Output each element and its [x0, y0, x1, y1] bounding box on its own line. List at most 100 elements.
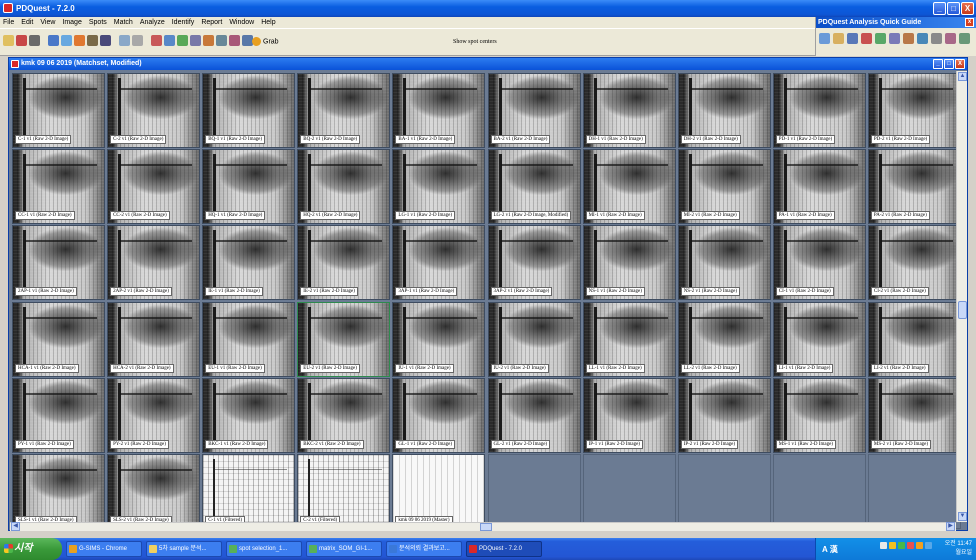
scroll-down-arrow-icon[interactable]: ▼: [958, 512, 967, 521]
guide-detect-icon[interactable]: [875, 33, 886, 44]
update-icon[interactable]: [898, 542, 905, 549]
taskbar-button[interactable]: PDQuest - 7.2.0: [466, 541, 542, 557]
gel-image-tile[interactable]: BQ-1 v1 (Raw 2-D Image): [202, 73, 296, 148]
horizontal-scroll-thumb[interactable]: [480, 523, 492, 531]
gel-image-tile[interactable]: HQ-1 v1 (Raw 2-D Image): [202, 149, 296, 225]
gel-image-tile[interactable]: LI-1 v1 (Raw 2-D Image): [772, 301, 866, 377]
gel-image-tile[interactable]: MI-1 v1 (Raw 2-D Image): [582, 149, 676, 225]
gel-image-tile[interactable]: CI-2 v1 (Raw 2-D Image): [867, 225, 961, 301]
bluetooth-icon[interactable]: [925, 542, 932, 549]
gel-image-tile[interactable]: PD-2 v1 (Raw 2-D Image): [867, 73, 961, 148]
gel-image-tile[interactable]: PY-2 v1 (Raw 2-D Image): [107, 377, 201, 453]
crop-tool-icon[interactable]: [216, 35, 227, 46]
taskbar-clock[interactable]: 오전 11:47 월요일: [945, 540, 972, 558]
chart-icon[interactable]: [87, 35, 98, 46]
gel-image-tile[interactable]: PY-1 v1 (Raw 2-D Image): [12, 377, 105, 453]
matchset-title-bar[interactable]: kmk 09 06 2019 (Matchset, Modified) _ □ …: [9, 58, 967, 70]
menu-window[interactable]: Window: [229, 17, 254, 28]
guide-filter-icon[interactable]: [861, 33, 872, 44]
gel-image-tile[interactable]: PD-1 v1 (Raw 2-D Image): [772, 73, 866, 148]
print-icon[interactable]: [29, 35, 40, 46]
gel-image-tile[interactable]: C-2 v1 (Filtered): [297, 454, 391, 529]
gel-image-tile[interactable]: BA-1 v1 (Raw 2-D Image): [392, 73, 486, 148]
guide-normalize-icon[interactable]: [903, 33, 914, 44]
gel-image-tile[interactable]: LI-2 v1 (Raw 2-D Image): [867, 301, 961, 377]
guide-open-icon[interactable]: [833, 33, 844, 44]
taskbar-button[interactable]: 분석의뢰 결과보고...: [386, 541, 462, 557]
gel-image-tile[interactable]: IE-2 v1 (Raw 2-D Image): [297, 225, 391, 301]
gel-image-tile[interactable]: BA-2 v1 (Raw 2-D Image): [487, 73, 581, 148]
gel-image-tile[interactable]: SLS-2 v1 (Raw 2-D Image): [107, 454, 201, 529]
guide-graph-icon[interactable]: [959, 33, 970, 44]
match-tool-icon[interactable]: [164, 35, 175, 46]
gel-image-tile[interactable]: CC-2 v1 (Raw 2-D Image): [107, 149, 201, 225]
gel-image-tile[interactable]: IP-2 v1 (Raw 2-D Image): [677, 377, 771, 453]
alert-icon[interactable]: [907, 542, 914, 549]
taskbar-button[interactable]: 5차 sample 분석...: [146, 541, 222, 557]
gel-image-tile[interactable]: GL-2 v1 (Raw 2-D Image): [487, 377, 581, 453]
report-tool-icon[interactable]: [203, 35, 214, 46]
gel-image-tile[interactable]: MS-2 v1 (Raw 2-D Image): [867, 377, 961, 453]
gel-image-tile[interactable]: HQ-2 v1 (Raw 2-D Image): [297, 149, 391, 225]
gel-image-tile[interactable]: BKC-2 v1 (Raw 2-D Image): [297, 377, 391, 453]
start-button[interactable]: 시작: [0, 538, 62, 560]
menu-analyze[interactable]: Analyze: [140, 17, 165, 28]
guide-report-icon[interactable]: [931, 33, 942, 44]
gel-image-tile[interactable]: LL-2 v1 (Raw 2-D Image): [677, 301, 771, 377]
menu-match[interactable]: Match: [114, 17, 133, 28]
ime-indicator[interactable]: A 漢: [822, 544, 838, 555]
taskbar-button[interactable]: matrix_SOM_GI-1...: [306, 541, 382, 557]
guide-export-icon[interactable]: [945, 33, 956, 44]
gel-image-tile[interactable]: kmk 09 06 2019 (Master): [392, 454, 486, 529]
vertical-scroll-thumb[interactable]: [958, 301, 967, 319]
taskbar-button[interactable]: G-SIMS - Chrome: [66, 541, 142, 557]
gel-image-tile[interactable]: C-1 v1 (Raw 2-D Image): [12, 73, 105, 148]
scroll-left-arrow-icon[interactable]: ◀: [11, 522, 20, 531]
menu-report[interactable]: Report: [201, 17, 222, 28]
menu-help[interactable]: Help: [261, 17, 275, 28]
gel-image-tile[interactable]: BKC-1 v1 (Raw 2-D Image): [202, 377, 296, 453]
gel-image-tile[interactable]: 2AP-2 v1 (Raw 2-D Image): [107, 225, 201, 301]
taskbar-button[interactable]: spot selection_1...: [226, 541, 302, 557]
close-button[interactable]: X: [961, 2, 974, 15]
gel-image-tile[interactable]: C-2 v1 (Raw 2-D Image): [107, 73, 201, 148]
menu-identify[interactable]: Identify: [172, 17, 195, 28]
app-title-bar[interactable]: PDQuest - 7.2.0 _ □ X: [0, 0, 976, 17]
gel-image-tile[interactable]: HCA-2 v1 (Raw 2-D Image): [107, 301, 201, 377]
minimize-button[interactable]: _: [933, 2, 946, 15]
gel-image-tile[interactable]: GL-1 v1 (Raw 2-D Image): [392, 377, 486, 453]
gel-image-tile[interactable]: LL-1 v1 (Raw 2-D Image): [582, 301, 676, 377]
page-icon[interactable]: [132, 35, 143, 46]
quick-guide-close-button[interactable]: x: [965, 18, 974, 27]
window-icon[interactable]: [48, 35, 59, 46]
network-icon[interactable]: [880, 542, 887, 549]
gel-image-tile[interactable]: 3AP-2 v1 (Raw 2-D Image): [487, 225, 581, 301]
gel-image-tile[interactable]: SLS-1 v1 (Raw 2-D Image): [12, 454, 105, 529]
gel-image-tile[interactable]: IE-1 v1 (Raw 2-D Image): [202, 225, 296, 301]
search-icon[interactable]: [61, 35, 72, 46]
gel-image-tile[interactable]: IU-1 v1 (Raw 2-D Image): [392, 301, 486, 377]
gel-image-tile[interactable]: NS-1 v1 (Raw 2-D Image): [582, 225, 676, 301]
filter-icon[interactable]: [74, 35, 85, 46]
gel-image-tile[interactable]: 2AP-1 v1 (Raw 2-D Image): [12, 225, 105, 301]
scroll-up-arrow-icon[interactable]: ▲: [958, 72, 967, 81]
guide-analysis-icon[interactable]: [917, 33, 928, 44]
gel-image-tile[interactable]: CC-1 v1 (Raw 2-D Image): [12, 149, 105, 225]
spot-tool-icon[interactable]: [151, 35, 162, 46]
scroll-right-arrow-icon[interactable]: ▶: [946, 522, 955, 531]
gel-image-tile[interactable]: IU-2 v1 (Raw 2-D Image): [487, 301, 581, 377]
menu-image[interactable]: Image: [62, 17, 81, 28]
menu-edit[interactable]: Edit: [21, 17, 33, 28]
gel-image-tile[interactable]: EU-2 v1 (Raw 2-D Image): [297, 301, 391, 377]
gel-image-tile[interactable]: PA-1 v1 (Raw 2-D Image): [772, 149, 866, 225]
analysis-tool-icon[interactable]: [177, 35, 188, 46]
gel-image-tile[interactable]: MI-2 v1 (Raw 2-D Image): [677, 149, 771, 225]
matchset-minimize-button[interactable]: _: [933, 59, 943, 69]
menu-view[interactable]: View: [40, 17, 55, 28]
horizontal-scrollbar[interactable]: ◀ ▶: [10, 522, 956, 531]
gel-image-tile[interactable]: PA-2 v1 (Raw 2-D Image): [867, 149, 961, 225]
gel-image-tile[interactable]: C-1 v1 (Filtered): [202, 454, 296, 529]
gel-image-tile[interactable]: LG-1 v1 (Raw 2-D Image): [392, 149, 486, 225]
sets-tool-icon[interactable]: [190, 35, 201, 46]
gel-image-tile[interactable]: EU-1 v1 (Raw 2-D Image): [202, 301, 296, 377]
